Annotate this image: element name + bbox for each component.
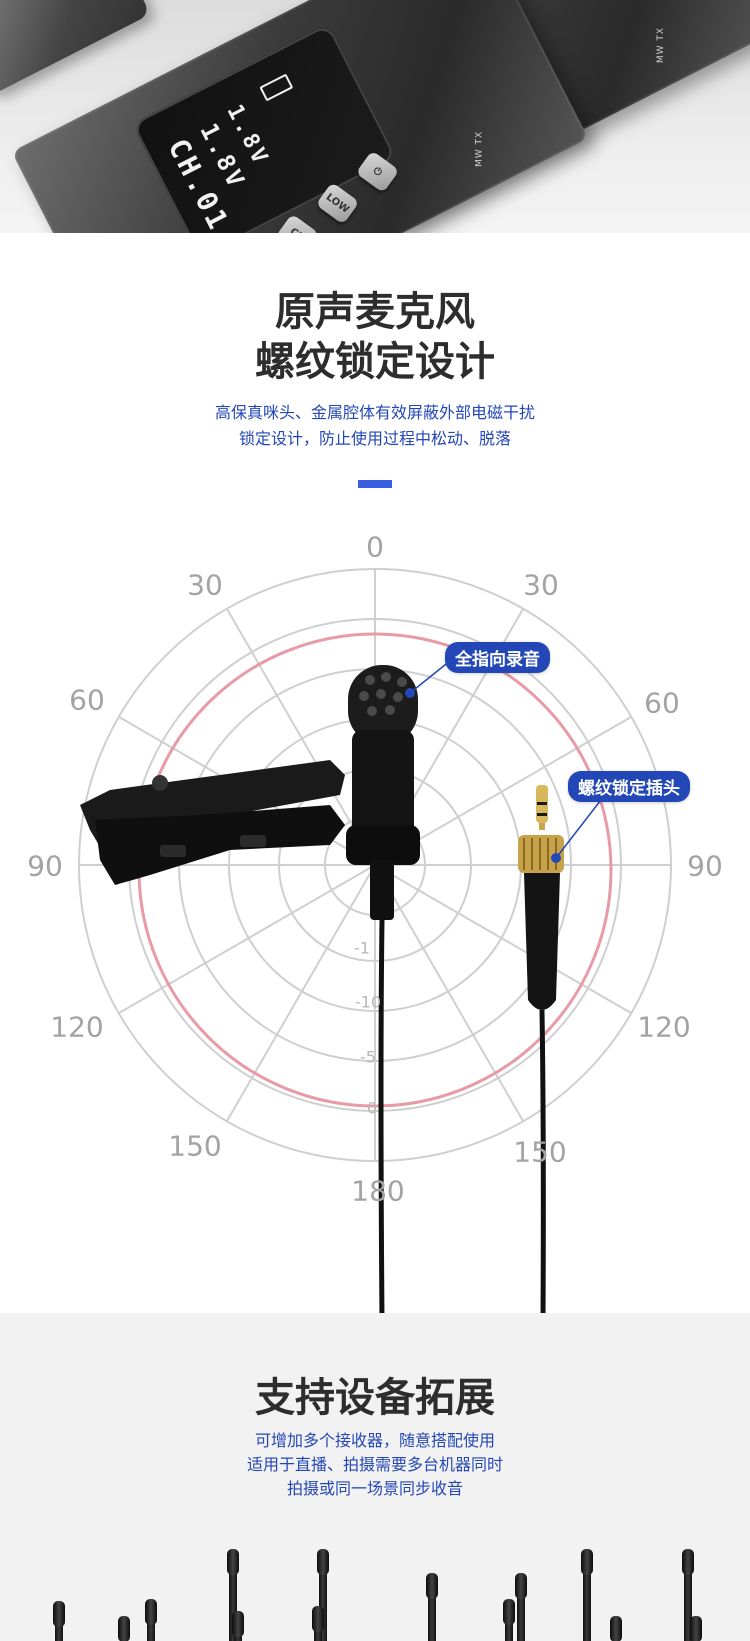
- hero-device-photo: CH MW TX 1.8V 1.8V CH.01 CH LOW ⏻ MW TX: [0, 0, 750, 233]
- receiver-antenna: [232, 1611, 244, 1641]
- receiver-antenna: [145, 1599, 157, 1641]
- receiver-antenna: [118, 1616, 130, 1641]
- receiver-antenna: [690, 1616, 702, 1641]
- db-label-1: -1: [354, 938, 370, 958]
- expand-title: 支持设备拓展: [255, 1375, 495, 1421]
- expand-subtitle-line2: 适用于直播、拍摄需要多台机器同时: [246, 1455, 503, 1474]
- battery-icon: [259, 73, 294, 102]
- angle-label-90-left: 90: [27, 849, 63, 883]
- angle-label-60-left: 60: [69, 683, 105, 717]
- receiver-antenna: [312, 1606, 324, 1641]
- receiver-antenna: [503, 1599, 515, 1641]
- db-label-0: 0: [366, 1098, 378, 1118]
- mic-subtitle-line1: 高保真咪头、金属腔体有效屏蔽外部电磁干扰: [214, 403, 535, 422]
- receiver-antenna: [610, 1616, 622, 1641]
- receiver-antenna: [53, 1601, 65, 1641]
- mic-title-line2: 螺纹锁定设计: [255, 339, 495, 385]
- angle-label-120-left: 120: [50, 1010, 104, 1044]
- angle-label-30-left: 30: [187, 568, 223, 602]
- mic-subtitle-line2: 锁定设计，防止使用过程中松动、脱落: [238, 429, 511, 448]
- angle-label-60-right: 60: [644, 686, 680, 720]
- polar-pattern-figure: 0 30 30 60 60 90 90 120 120 150 150 180 …: [0, 520, 750, 1320]
- expand-section: 支持设备拓展 可增加多个接收器，随意搭配使用 适用于直播、拍摄需要多台机器同时 …: [0, 1313, 750, 1641]
- locking-plug-callout: 螺纹锁定插头: [568, 771, 690, 802]
- device-label-front: MW TX: [474, 130, 485, 168]
- angle-label-150-left: 150: [168, 1129, 222, 1163]
- receiver-antenna: [581, 1549, 593, 1641]
- receiver-antenna: [515, 1573, 527, 1641]
- db-label-10: -10: [354, 992, 382, 1012]
- angle-label-0: 0: [366, 530, 384, 564]
- angle-label-180: 180: [351, 1174, 405, 1208]
- ch-button: CH: [275, 213, 320, 233]
- angle-label-30-right: 30: [523, 568, 559, 602]
- accent-divider: [358, 480, 392, 488]
- receiver-antenna: [426, 1573, 438, 1641]
- angle-label-120-right: 120: [637, 1010, 691, 1044]
- angle-label-90-right: 90: [687, 849, 723, 883]
- device-label-back: MW TX: [655, 26, 666, 64]
- omnidirectional-callout: 全指向录音: [445, 642, 550, 673]
- clip-image: [80, 760, 345, 885]
- angle-label-150-right: 150: [513, 1135, 567, 1169]
- receiver-clip-image: [0, 0, 151, 96]
- db-label-5: -5: [360, 1047, 376, 1067]
- expand-subtitle-line1: 可增加多个接收器，随意搭配使用: [254, 1431, 495, 1450]
- mic-title-line1: 原声麦克风: [275, 289, 475, 335]
- expand-subtitle-line3: 拍摄或同一场景同步收音: [286, 1479, 463, 1498]
